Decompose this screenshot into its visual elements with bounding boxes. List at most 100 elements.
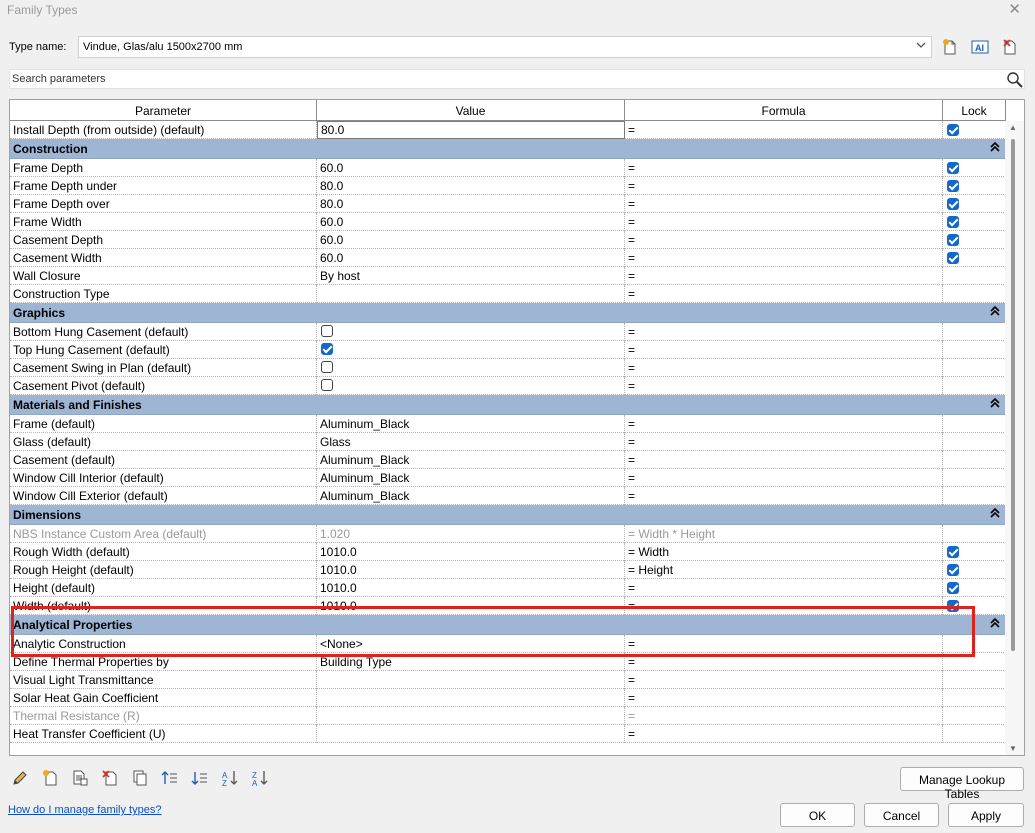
manage-lookup-tables-button[interactable]: Manage Lookup Tables (900, 767, 1024, 801)
parameter-formula[interactable]: = (625, 597, 943, 615)
parameter-formula[interactable]: = (625, 415, 943, 433)
table-row[interactable]: NBS Instance Custom Area (default) 1.020 =… (10, 525, 1006, 543)
table-row[interactable]: Frame Width 60.0 = (10, 213, 1006, 231)
lock-checkbox[interactable] (947, 198, 959, 210)
table-row[interactable]: Construction Type = (10, 285, 1006, 303)
lock-cell[interactable] (943, 249, 1006, 267)
parameter-formula[interactable]: = (625, 725, 943, 743)
table-row[interactable]: Rough Width (default) 1010.0 = Width (10, 543, 1006, 561)
group-header[interactable]: Dimensions (10, 505, 1006, 525)
parameter-value[interactable]: 1010.0 (317, 543, 625, 561)
parameter-value[interactable]: 60.0 (317, 159, 625, 177)
parameter-formula[interactable]: = Height (625, 561, 943, 579)
table-row[interactable]: Casement Pivot (default) = (10, 377, 1006, 395)
remove-parameter-icon[interactable] (99, 767, 121, 789)
parameter-formula[interactable]: = (625, 267, 943, 285)
scroll-down-icon[interactable]: ▼ (1009, 744, 1017, 753)
parameter-formula[interactable]: = (625, 159, 943, 177)
table-row[interactable]: Casement Swing in Plan (default) = (10, 359, 1006, 377)
collapse-icon[interactable] (990, 397, 1000, 412)
table-row[interactable]: Thermal Resistance (R) = (10, 707, 1006, 725)
move-down-icon[interactable] (189, 767, 211, 789)
column-header-formula[interactable]: Formula (625, 100, 943, 121)
parameter-value[interactable]: 60.0 (317, 249, 625, 267)
lock-cell[interactable] (943, 543, 1006, 561)
parameter-formula[interactable]: = (625, 249, 943, 267)
sort-descending-icon[interactable]: ZA (249, 767, 271, 789)
parameter-value[interactable] (317, 285, 625, 303)
parameter-formula[interactable]: = (625, 487, 943, 505)
parameter-formula[interactable]: = (625, 213, 943, 231)
lock-cell[interactable] (943, 121, 1006, 139)
table-row[interactable]: Casement Width 60.0 = (10, 249, 1006, 267)
delete-type-icon[interactable] (1001, 38, 1019, 56)
table-row[interactable]: Frame Depth over 80.0 = (10, 195, 1006, 213)
lock-cell[interactable] (943, 579, 1006, 597)
delete-parameter-icon[interactable] (69, 767, 91, 789)
scroll-up-icon[interactable]: ▲ (1009, 123, 1017, 132)
close-icon[interactable]: ✕ (1008, 0, 1021, 18)
parameter-value[interactable]: 80.0 (317, 195, 625, 213)
value-checkbox[interactable] (321, 379, 333, 391)
column-header-parameter[interactable]: Parameter (10, 100, 317, 121)
parameter-formula[interactable]: = (625, 231, 943, 249)
lock-checkbox[interactable] (947, 600, 959, 612)
group-header[interactable]: Materials and Finishes (10, 395, 1006, 415)
lock-checkbox[interactable] (947, 582, 959, 594)
parameter-formula[interactable]: = (625, 341, 943, 359)
parameter-formula[interactable]: = (625, 323, 943, 341)
parameter-value[interactable]: 60.0 (317, 213, 625, 231)
parameter-value[interactable] (317, 359, 625, 377)
lock-cell[interactable] (943, 561, 1006, 579)
group-header[interactable]: Analytical Properties (10, 615, 1006, 635)
parameter-formula[interactable]: = (625, 359, 943, 377)
table-row[interactable]: Bottom Hung Casement (default) = (10, 323, 1006, 341)
lock-cell[interactable] (943, 177, 1006, 195)
scrollbar-thumb[interactable] (1011, 139, 1015, 651)
parameter-formula[interactable]: = (625, 177, 943, 195)
parameter-formula[interactable]: = (625, 469, 943, 487)
parameter-value[interactable]: 1010.0 (317, 579, 625, 597)
parameter-formula[interactable]: = (625, 195, 943, 213)
parameter-formula[interactable]: = (625, 451, 943, 469)
lock-cell[interactable] (943, 195, 1006, 213)
parameter-formula[interactable]: = (625, 689, 943, 707)
table-row[interactable]: Heat Transfer Coefficient (U) = (10, 725, 1006, 743)
parameter-value[interactable] (317, 341, 625, 359)
cancel-button[interactable]: Cancel (864, 803, 939, 827)
table-row[interactable]: Frame (default) Aluminum_Black = (10, 415, 1006, 433)
table-row[interactable]: Install Depth (from outside) (default) 80… (10, 121, 1006, 139)
parameter-formula[interactable]: = (625, 707, 943, 725)
parameter-formula[interactable]: = Width (625, 543, 943, 561)
table-row[interactable]: Analytic Construction <None> = (10, 635, 1006, 653)
value-checkbox[interactable] (321, 343, 333, 355)
parameter-value[interactable]: Building Type (317, 653, 625, 671)
rename-type-icon[interactable]: AI (971, 38, 989, 56)
parameter-value[interactable] (317, 671, 625, 689)
parameter-formula[interactable]: = (625, 121, 943, 139)
table-row[interactable]: Casement Depth 60.0 = (10, 231, 1006, 249)
table-row[interactable]: Height (default) 1010.0 = (10, 579, 1006, 597)
parameter-value[interactable]: Glass (317, 433, 625, 451)
table-row[interactable]: Window Cill Exterior (default) Aluminum_B… (10, 487, 1006, 505)
copy-parameter-icon[interactable] (129, 767, 151, 789)
edit-parameter-icon[interactable] (9, 767, 31, 789)
value-checkbox[interactable] (321, 325, 333, 337)
table-row[interactable]: Window Cill Interior (default) Aluminum_B… (10, 469, 1006, 487)
parameter-value[interactable]: 80.0 (317, 121, 625, 139)
lock-checkbox[interactable] (947, 162, 959, 174)
parameter-value[interactable] (317, 323, 625, 341)
table-row[interactable]: Glass (default) Glass = (10, 433, 1006, 451)
move-up-icon[interactable] (159, 767, 181, 789)
type-name-select[interactable]: Vindue, Glas/alu 1500x2700 mm (78, 36, 932, 58)
value-checkbox[interactable] (321, 361, 333, 373)
lock-checkbox[interactable] (947, 252, 959, 264)
parameter-value[interactable]: 80.0 (317, 177, 625, 195)
search-icon[interactable] (1006, 71, 1024, 92)
parameter-value[interactable]: 1010.0 (317, 561, 625, 579)
parameter-value[interactable] (317, 689, 625, 707)
vertical-scrollbar[interactable]: ▲ ▼ (1005, 121, 1024, 755)
column-header-value[interactable]: Value (317, 100, 625, 121)
chevron-down-icon[interactable] (915, 39, 927, 54)
parameter-formula[interactable]: = (625, 377, 943, 395)
